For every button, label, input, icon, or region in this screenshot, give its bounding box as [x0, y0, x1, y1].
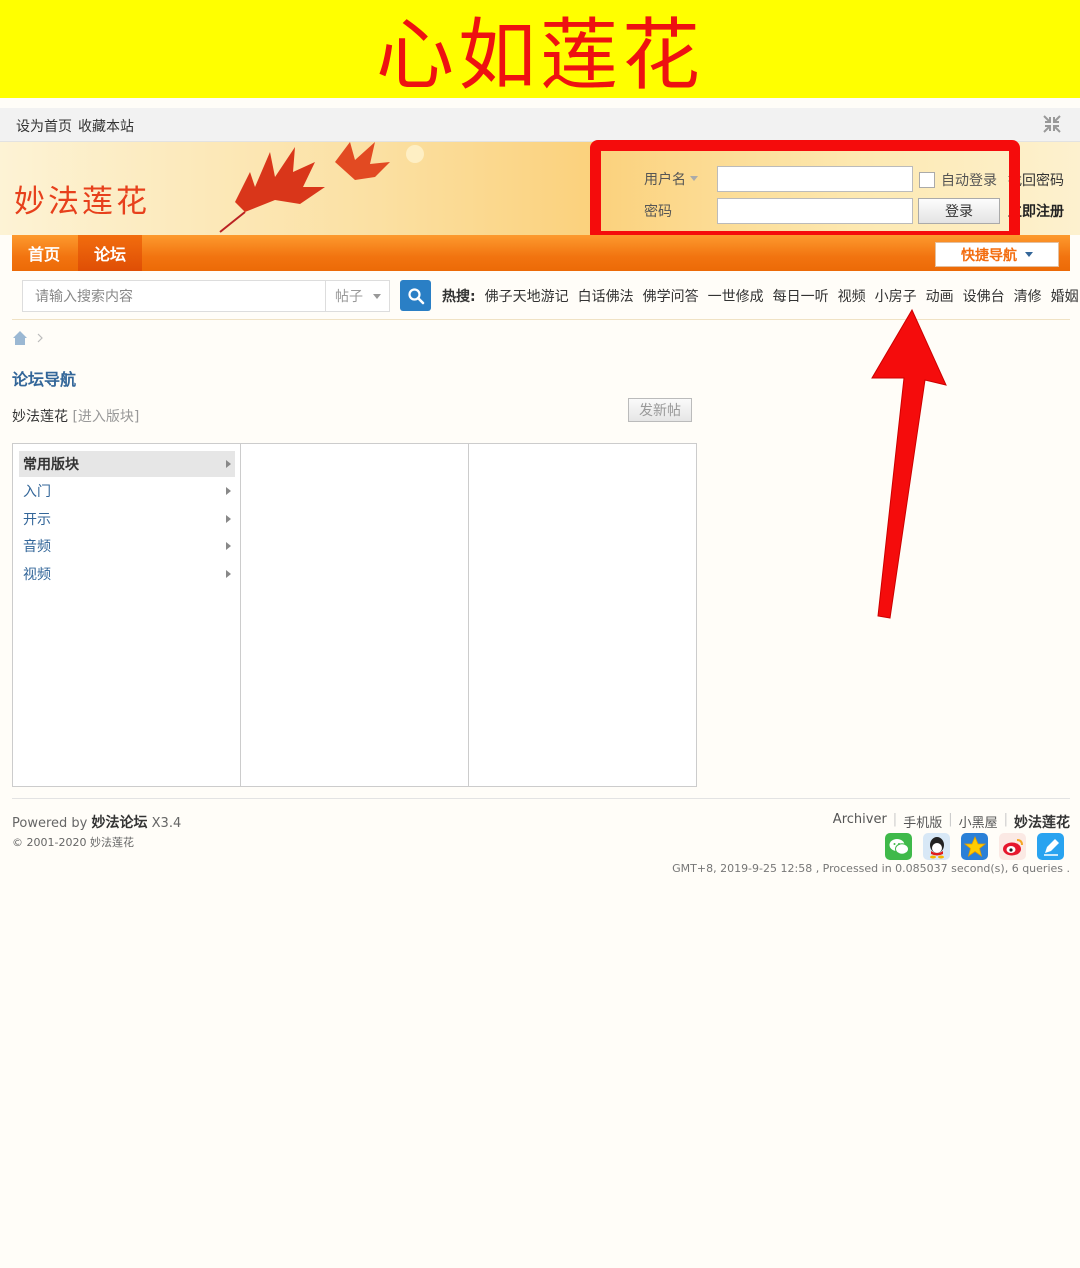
menu-item[interactable]: 开示: [19, 506, 235, 532]
home-icon[interactable]: [12, 330, 46, 346]
menu-item-label: 常用版块: [23, 457, 79, 473]
menu-item-label: 视频: [23, 567, 51, 583]
quick-nav-label: 快捷导航: [961, 247, 1017, 264]
forum-nav-panel: 常用版块 入门 开示 音频 视频: [12, 443, 697, 787]
hot-search: 热搜: 佛子天地游记 白话佛法 佛学问答 一世修成 每日一听 视频 小房子 动画 设佛台 清修 婚姻: [442, 286, 1080, 306]
blacklist-link[interactable]: 小黑屋: [959, 812, 998, 832]
search-type-label: 帖子: [335, 289, 363, 305]
chevron-down-icon: [373, 293, 381, 299]
qzone-icon[interactable]: [961, 833, 988, 860]
footer-links: Archiver | 手机版 | 小黑屋 | 妙法莲花: [833, 812, 1070, 832]
search-button[interactable]: [400, 280, 431, 311]
bookmark-site-link[interactable]: 收藏本站: [78, 116, 134, 136]
chevron-right-icon: [226, 515, 231, 523]
version-label: X3.4: [151, 816, 182, 831]
search-type-select[interactable]: 帖子: [325, 281, 390, 311]
menu-item-label: 开示: [23, 512, 51, 528]
qq-icon[interactable]: [923, 833, 950, 860]
server-stats: GMT+8, 2019-9-25 12:58 , Processed in 0.…: [672, 862, 1070, 875]
menu-item-label: 音频: [23, 539, 51, 555]
forum-name-link[interactable]: 妙法莲花: [12, 409, 68, 425]
hot-search-term[interactable]: 清修: [1014, 289, 1042, 305]
hot-search-term[interactable]: 佛学问答: [643, 289, 699, 305]
chevron-down-icon: [1025, 252, 1033, 257]
main-nav: 首页 论坛: [12, 235, 1070, 271]
search-input[interactable]: [23, 281, 323, 311]
wechat-icon[interactable]: [885, 833, 912, 860]
menu-item[interactable]: 入门: [19, 478, 235, 504]
new-post-button[interactable]: 发新帖: [628, 398, 692, 422]
maple-leaf-decoration: [219, 142, 424, 233]
hot-search-term[interactable]: 婚姻: [1051, 289, 1079, 305]
page-title: 论坛导航: [12, 370, 77, 389]
enter-board-link[interactable]: [进入版块]: [72, 409, 139, 425]
separator: |: [948, 812, 953, 827]
top-banner: 心如莲花: [0, 0, 1080, 101]
search-box: 帖子: [22, 280, 390, 312]
hot-search-term[interactable]: 白话佛法: [578, 289, 634, 305]
chevron-right-icon: [226, 570, 231, 578]
powered-by: Powered by 妙法论坛 X3.4: [12, 812, 181, 832]
hot-search-term[interactable]: 每日一听: [773, 289, 829, 305]
separator: |: [892, 812, 898, 827]
hot-search-term[interactable]: 佛子天地游记: [485, 289, 569, 305]
menu-item[interactable]: 常用版块: [19, 451, 235, 477]
site-link[interactable]: 妙法莲花: [1014, 812, 1070, 832]
chevron-right-icon: [226, 542, 231, 550]
annotation-arrow-icon: [871, 308, 947, 619]
menu-item[interactable]: 音频: [19, 533, 235, 559]
copyright: © 2001-2020 妙法莲花: [12, 836, 134, 849]
hot-search-label: 热搜:: [442, 289, 476, 305]
menu-item[interactable]: 视频: [19, 561, 235, 587]
collapse-icon[interactable]: [1042, 114, 1062, 134]
annotation-highlight-box: [590, 140, 1020, 242]
chevron-right-icon: [226, 487, 231, 495]
menu-item-label: 入门: [23, 484, 51, 500]
powered-name-link[interactable]: 妙法论坛: [92, 815, 148, 831]
archiver-link[interactable]: Archiver: [833, 812, 887, 832]
banner-title: 心如莲花: [375, 11, 704, 101]
site-logo[interactable]: 妙法莲花: [14, 176, 150, 221]
weibo-icon[interactable]: [999, 833, 1026, 860]
social-icons: [885, 833, 1064, 860]
top-toolbar: 设为首页 收藏本站: [0, 108, 1080, 142]
nav-forum[interactable]: 论坛: [78, 235, 142, 271]
nav-home[interactable]: 首页: [12, 235, 76, 271]
set-homepage-link[interactable]: 设为首页: [16, 116, 72, 136]
thread-column: [469, 444, 696, 786]
quick-nav-button[interactable]: 快捷导航: [935, 242, 1059, 267]
hot-search-term[interactable]: 设佛台: [963, 289, 1005, 305]
footer-divider: [12, 798, 1070, 799]
mobile-link[interactable]: 手机版: [903, 812, 942, 832]
chevron-right-icon: [226, 460, 231, 468]
breadcrumb: [12, 330, 46, 350]
search-icon: [407, 287, 424, 304]
separator: |: [1003, 812, 1008, 827]
hot-search-term[interactable]: 一世修成: [708, 289, 764, 305]
forum-subtitle: 妙法莲花 [进入版块]: [12, 406, 139, 426]
powered-by-label: Powered by: [12, 816, 88, 831]
category-column: 常用版块 入门 开示 音频 视频: [13, 444, 241, 786]
forum-column: [241, 444, 469, 786]
edit-icon[interactable]: [1037, 833, 1064, 860]
